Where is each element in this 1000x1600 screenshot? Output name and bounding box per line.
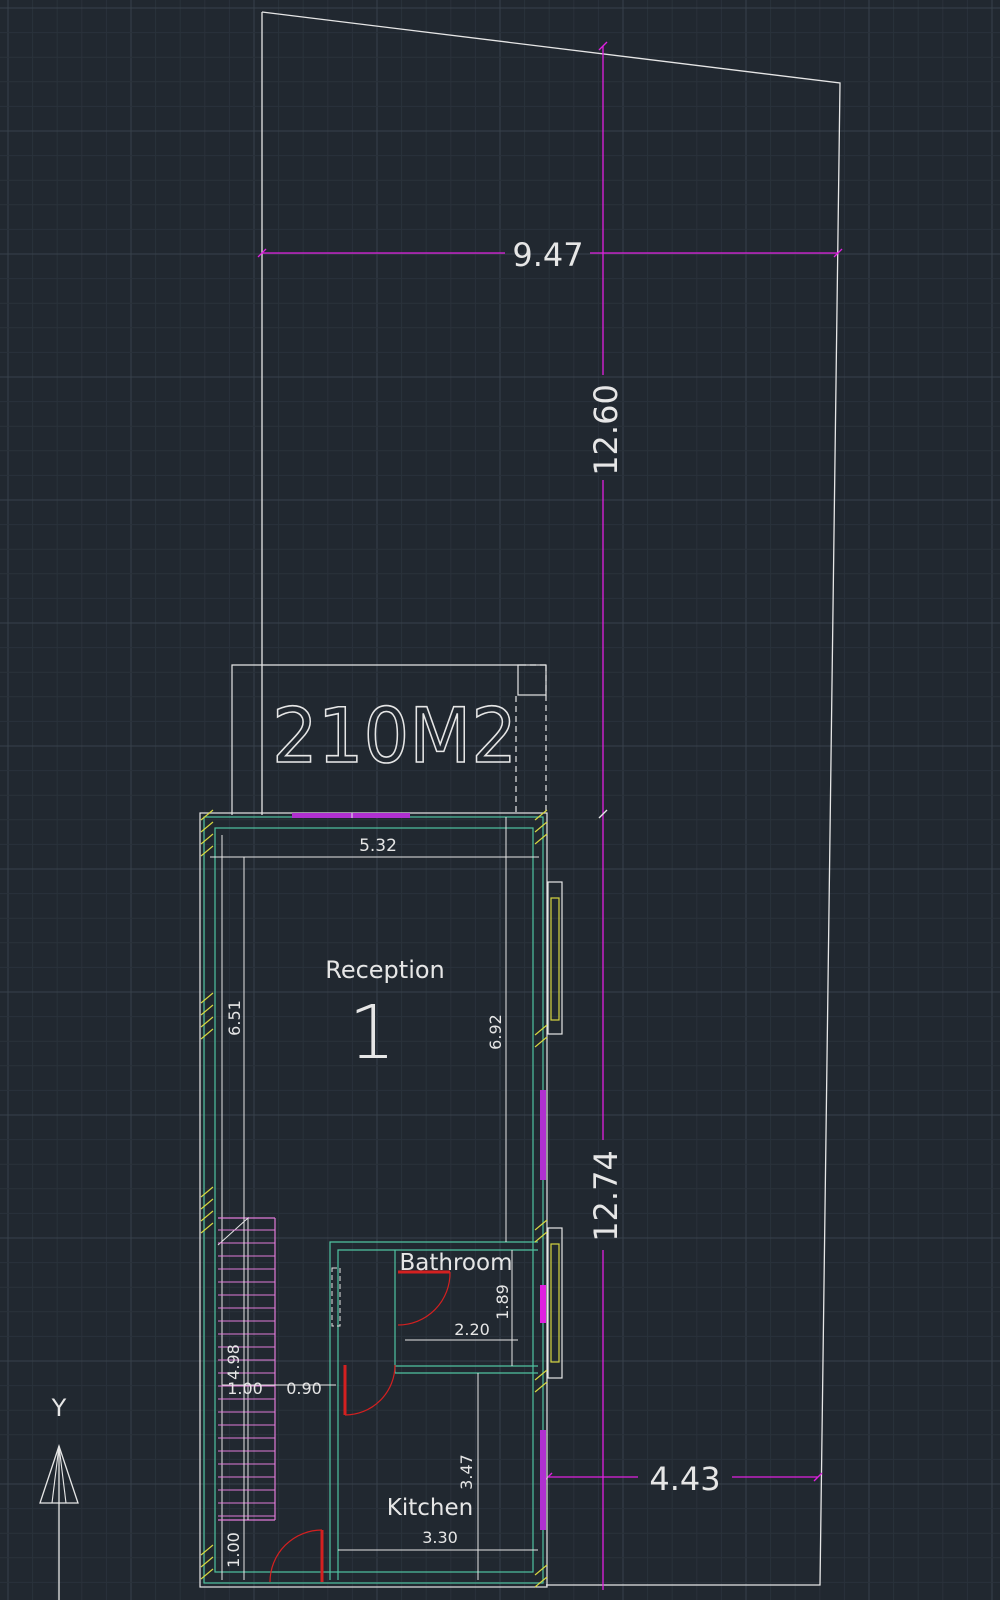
bathroom-fixture bbox=[331, 1267, 341, 1327]
house-walls bbox=[199, 812, 548, 1588]
grid bbox=[0, 0, 1000, 1600]
dimension-width-top-text: 9.47 bbox=[512, 236, 583, 274]
reception-name: Reception bbox=[325, 956, 445, 984]
bathroom-door[interactable] bbox=[397, 1270, 451, 1326]
interior-dimensions bbox=[210, 817, 539, 1580]
kitchen-width: 3.30 bbox=[422, 1528, 458, 1547]
reception-right-height: 6.92 bbox=[486, 1014, 505, 1050]
dimension-depth-lower-text: 12.74 bbox=[587, 1150, 625, 1242]
dimension-depth-upper-text: 12.60 bbox=[587, 384, 625, 476]
kitchen-height: 3.47 bbox=[457, 1454, 476, 1490]
reception-number: 1 bbox=[348, 990, 395, 1076]
dimension-width-bottom: 4.43 bbox=[543, 1460, 823, 1498]
ucs-icon: Y bbox=[39, 1394, 79, 1600]
dimension-width-top: 9.47 bbox=[257, 236, 843, 274]
stairs-length: 4.98 bbox=[224, 1344, 243, 1380]
dimension-depth: 12.60 12.74 bbox=[587, 41, 625, 1590]
stairs-width: 1.00 bbox=[227, 1379, 263, 1398]
area-label-grip[interactable] bbox=[517, 664, 547, 696]
cad-drawing-canvas[interactable]: 210M2 9.47 12.60 12.74 4.43 Reception 1 … bbox=[0, 0, 1000, 1600]
kitchen-name: Kitchen bbox=[387, 1495, 473, 1521]
room-labels: Reception 1 5.32 6.51 6.92 Bathroom 2.20… bbox=[224, 836, 512, 1568]
bathroom-width: 2.20 bbox=[454, 1320, 490, 1339]
stairs-bottom-gap: 1.00 bbox=[224, 1532, 243, 1568]
bathroom-name: Bathroom bbox=[400, 1250, 513, 1276]
bathroom-height: 1.89 bbox=[493, 1284, 512, 1320]
area-label: 210M2 bbox=[272, 691, 517, 780]
entrance-door[interactable] bbox=[269, 1529, 324, 1583]
reception-width: 5.32 bbox=[359, 836, 397, 856]
stairs-landing: 0.90 bbox=[286, 1379, 322, 1398]
reception-left-height: 6.51 bbox=[225, 1000, 244, 1036]
dimension-width-bottom-text: 4.43 bbox=[649, 1460, 720, 1498]
ucs-y-label: Y bbox=[51, 1394, 67, 1422]
windows bbox=[292, 813, 563, 1530]
wall-hatching bbox=[200, 809, 548, 1588]
